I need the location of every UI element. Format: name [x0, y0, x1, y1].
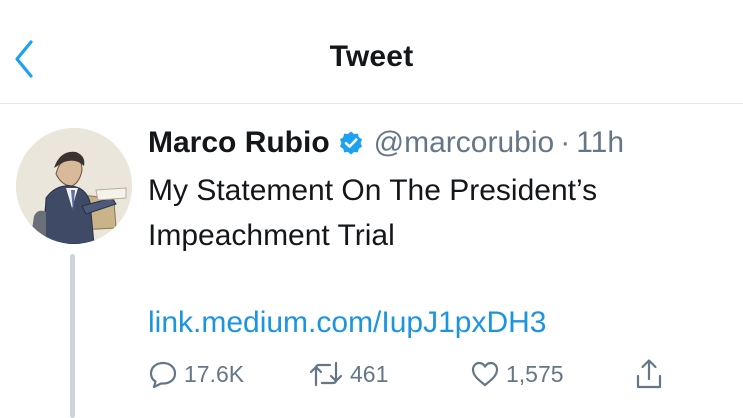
share-icon — [636, 359, 662, 389]
like-button[interactable]: 1,575 — [470, 352, 564, 396]
like-count: 1,575 — [506, 360, 564, 387]
retweet-icon — [309, 361, 343, 387]
page-title: Tweet — [329, 40, 414, 73]
author-handle[interactable]: @marcorubio — [374, 126, 555, 160]
tweet-text-line: My Statement On The President’s — [148, 174, 598, 207]
top-bar: Tweet — [0, 0, 743, 104]
retweet-button[interactable]: 461 — [308, 352, 388, 396]
reply-icon — [149, 361, 177, 389]
reply-count: 17.6K — [184, 360, 245, 387]
avatar-sketch-image — [16, 128, 132, 244]
heart-icon — [471, 361, 499, 387]
tweet-header: Marco Rubio @marcorubio · 11h — [148, 123, 624, 163]
reply-button[interactable]: 17.6K — [148, 352, 244, 396]
tweet-timestamp[interactable]: 11h — [576, 126, 624, 160]
tweet-text: My Statement On The President’s Impeachm… — [148, 168, 728, 258]
tweet-link[interactable]: link.medium.com/IupJ1pxDH3 — [148, 300, 546, 345]
tweet-text-line: Impeachment Trial — [148, 219, 395, 252]
author-name[interactable]: Marco Rubio — [148, 126, 330, 160]
retweet-count: 461 — [350, 360, 389, 387]
tweet-actions: 17.6K 461 1,575 — [148, 352, 668, 396]
share-button[interactable] — [634, 352, 664, 396]
separator-dot: · — [560, 126, 571, 159]
thread-line — [70, 254, 75, 418]
verified-badge-icon — [338, 130, 364, 156]
avatar[interactable] — [16, 128, 132, 244]
